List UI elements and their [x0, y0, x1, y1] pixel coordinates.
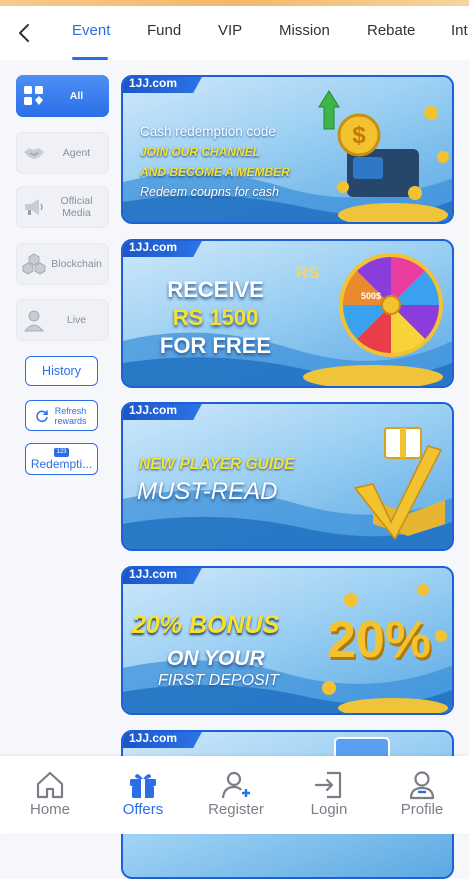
category-all[interactable]: All [16, 75, 109, 117]
bonus-number-art: 20% [327, 611, 432, 669]
banner-text: Cash redemption code [140, 124, 276, 139]
grid-icon [24, 86, 43, 105]
category-label: Agent [62, 147, 91, 159]
nav-login[interactable]: Login [282, 756, 376, 834]
gift-icon [130, 774, 156, 798]
svg-text:$: $ [352, 122, 366, 149]
tab-event[interactable]: Event [72, 22, 110, 39]
nav-label: Home [29, 801, 70, 818]
promo-banner-guide[interactable]: 1JJ.com NEW PLAYER GUIDE MUST-READ [121, 402, 454, 551]
tab-bar: Event Fund VIP Mission Rebate Int [0, 6, 469, 60]
banner-text: 20% BONUS [132, 611, 280, 639]
back-arrow-icon[interactable] [12, 20, 38, 46]
category-live[interactable]: Live [16, 299, 109, 341]
tab-vip[interactable]: VIP [218, 22, 242, 39]
banner-text: MUST-READ [137, 478, 278, 505]
nav-label: Register [208, 801, 264, 818]
brand-tag: 1JJ.com [123, 404, 203, 420]
banner-text: FOR FREE [159, 333, 272, 358]
banner-text: Redeem coupns for cash [140, 185, 279, 199]
nav-home[interactable]: Home [3, 756, 97, 834]
history-button[interactable]: History [25, 356, 98, 386]
redemption-label: Redempti... [30, 456, 93, 471]
category-label: All [69, 90, 84, 102]
promo-banner-receive[interactable]: 1JJ.com RS 500$ RECEIVE RS 1500 FOR FREE [121, 239, 454, 388]
bottom-navigation: Home Offers Register Login Profile [0, 756, 469, 834]
nav-label: Profile [400, 801, 444, 818]
promo-banner-channel[interactable]: $ 1JJ.com Cash redemption code JOIN OUR … [121, 75, 454, 224]
banner-text: RS 1500 [172, 305, 259, 330]
promo-banner-bonus[interactable]: 1JJ.com 20% 20% BONUS ON YOUR FIRST DEPO… [121, 566, 454, 715]
prize-wheel-icon [339, 253, 443, 357]
banner-text: AND BECOME A MEMBER [140, 165, 290, 179]
cubes-icon [22, 253, 46, 275]
active-tab-indicator [72, 57, 108, 60]
refresh-rewards-label: Refresh rewards [54, 405, 87, 426]
nav-label: Login [310, 801, 348, 818]
tab-int[interactable]: Int [451, 22, 468, 39]
tab-rebate[interactable]: Rebate [367, 22, 415, 39]
redemption-button[interactable]: 123 Redempti... [25, 443, 98, 475]
category-sidebar: All Agent Official Media Blockchain Live… [0, 62, 120, 752]
refresh-icon [35, 410, 48, 422]
tab-fund[interactable]: Fund [147, 22, 181, 39]
profile-icon [409, 771, 435, 800]
brand-tag: 1JJ.com [123, 732, 203, 748]
redemption-badge-icon: 123 [54, 447, 69, 457]
nav-label: Offers [122, 801, 164, 818]
category-official-media[interactable]: Official Media [16, 186, 109, 228]
category-agent[interactable]: Agent [16, 132, 109, 174]
tab-mission[interactable]: Mission [279, 22, 330, 39]
brand-tag: 1JJ.com [123, 241, 203, 257]
brand-tag: 1JJ.com [123, 77, 203, 93]
brand-tag: 1JJ.com [123, 568, 203, 584]
refresh-rewards-button[interactable]: Refresh rewards [25, 400, 98, 431]
category-label: Blockchain [51, 258, 102, 270]
wheel-value-label: 500$ [361, 291, 382, 301]
nav-profile[interactable]: Profile [375, 756, 469, 834]
add-user-icon [221, 771, 250, 799]
home-icon [36, 771, 64, 799]
banner-text: NEW PLAYER GUIDE [139, 456, 295, 473]
banner-text: RECEIVE [167, 277, 264, 302]
login-icon [314, 771, 342, 799]
megaphone-icon [25, 199, 43, 215]
category-blockchain[interactable]: Blockchain [16, 243, 109, 285]
nav-register[interactable]: Register [189, 756, 283, 834]
category-label: Official Media [60, 195, 93, 219]
category-label: Live [66, 314, 87, 326]
banner-text: ON YOUR [167, 647, 265, 670]
person-icon [24, 310, 44, 332]
banner-text: JOIN OUR CHANNEL [140, 145, 261, 159]
banner-text: FIRST DEPOSIT [158, 672, 279, 689]
nav-offers[interactable]: Offers [96, 756, 190, 834]
handshake-icon [24, 148, 44, 159]
